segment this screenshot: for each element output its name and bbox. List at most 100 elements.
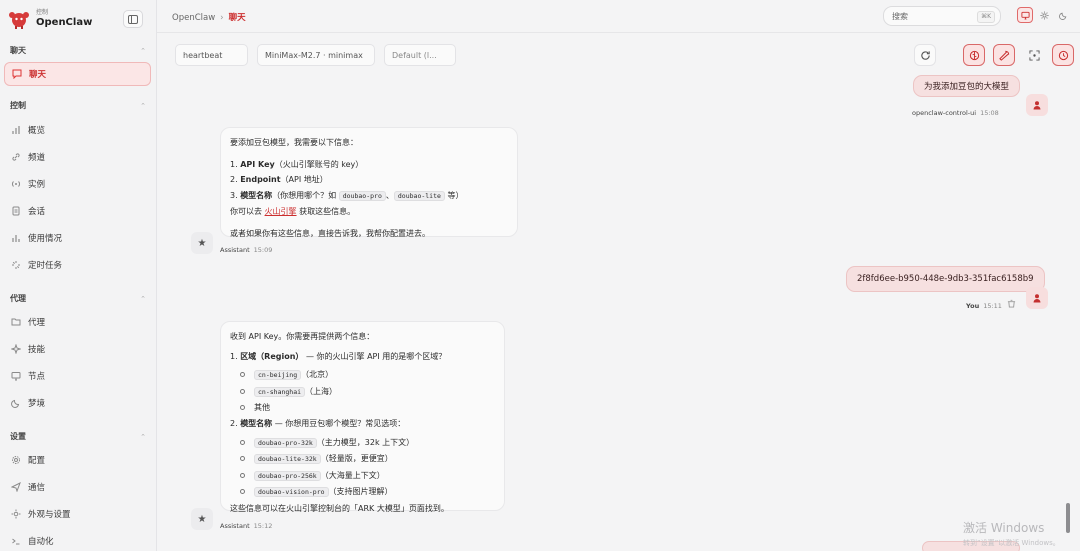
collapse-sidebar-button[interactable] [123, 10, 143, 28]
sidebar-item-config[interactable]: 配置 [4, 448, 151, 472]
text: （支持图片理解） [328, 487, 393, 497]
chevron-right-icon: › [220, 13, 224, 23]
brand-subtitle: 控制 [36, 9, 49, 16]
message-sender: You [966, 302, 980, 310]
list-item-title: 模型名称 [240, 190, 273, 200]
trash-icon [1007, 299, 1016, 308]
message-sender: Assistant [220, 522, 250, 530]
monitor-icon [1020, 11, 1030, 20]
openclaw-logo-icon [9, 12, 29, 29]
brain-button[interactable] [963, 44, 985, 66]
inline-code: doubao-pro-32k [254, 437, 317, 448]
delete-message-button[interactable] [1007, 299, 1016, 311]
monitor-icon [10, 370, 22, 382]
sidebar-item-channels[interactable]: 频道 [4, 145, 151, 169]
bullet-icon [240, 472, 245, 478]
list-item-title: 区域（Region） [240, 351, 304, 361]
message-intro: 收到 API Key。你需要再提供两个信息： [230, 332, 375, 341]
chevron-up-icon: ⌃ [140, 432, 146, 441]
tools-button[interactable] [993, 44, 1015, 66]
volcengine-link[interactable]: 火山引擎 [265, 207, 297, 216]
sidebar-item-overview[interactable]: 概览 [4, 118, 151, 142]
sparkle-icon [10, 343, 22, 355]
list-number: 1. [230, 351, 238, 361]
text: （主力模型，32k 上下文） [316, 437, 415, 447]
theme-system-button[interactable] [1017, 7, 1033, 23]
sidebar-item-label: 自动化 [28, 537, 54, 547]
history-button[interactable] [1052, 44, 1074, 66]
message-time: 15:11 [983, 302, 1002, 310]
sidebar-item-automation[interactable]: 自动化 [4, 529, 151, 551]
radio-signal-icon [10, 178, 22, 190]
theme-light-button[interactable] [1036, 7, 1052, 23]
star-icon: ★ [197, 237, 207, 249]
session-select[interactable]: heartbeat [175, 44, 248, 66]
message-intro: 要添加豆包模型，我需要以下信息： [230, 138, 358, 147]
section-settings-header[interactable]: 设置 ⌃ [10, 431, 146, 442]
link-line: 你可以去 火山引擎 获取这些信息。 [230, 204, 508, 220]
message-meta: Assistant 15:09 [220, 246, 272, 254]
focus-button[interactable] [1023, 44, 1045, 66]
profile-select[interactable]: Default (l... [384, 44, 456, 66]
sidebar-item-communication[interactable]: 通信 [4, 475, 151, 499]
scan-icon [1028, 49, 1040, 61]
sidebar-item-nodes[interactable]: 节点 [4, 364, 151, 388]
message-sender: openclaw-control-ui [912, 109, 977, 117]
sidebar-item-instances[interactable]: 实例 [4, 172, 151, 196]
brand[interactable]: 控制 OpenClaw [8, 8, 92, 30]
message-time: 15:09 [253, 246, 273, 254]
section-control-header[interactable]: 控制 ⌃ [10, 100, 146, 111]
text: （大海量上下文） [320, 470, 385, 480]
inline-code: doubao-pro-256k [254, 470, 321, 481]
sidebar-item-skills[interactable]: 技能 [4, 337, 151, 361]
search-placeholder: 搜索 [892, 11, 908, 21]
inline-code: doubao-lite [393, 190, 445, 201]
message-time: 15:12 [253, 522, 273, 530]
gear-icon [10, 454, 22, 466]
sidebar-item-label: 会话 [28, 207, 46, 217]
refresh-icon [920, 50, 930, 60]
list-item-text: 等） [447, 190, 464, 200]
sidebar-item-chat[interactable]: 聊天 [4, 62, 151, 86]
list-item: 2. Endpoint（API 地址） [230, 172, 508, 188]
refresh-button[interactable] [914, 44, 936, 66]
sub-list-item: 其他 [230, 400, 495, 416]
list-number: 1. [230, 159, 238, 169]
sidebar-item-dreams[interactable]: 梦境 [4, 391, 151, 415]
list-item-title: Endpoint [240, 175, 281, 184]
text: （北京） [301, 370, 334, 380]
user-icon [1033, 294, 1041, 303]
list-item-title: 模型名称 [240, 418, 273, 428]
inline-code: doubao-lite-32k [254, 454, 321, 465]
sidebar-item-sessions[interactable]: 会话 [4, 199, 151, 223]
list-item: 1. 区域（Region） — 你的火山引擎 API 用的是哪个区域？ [230, 349, 495, 365]
breadcrumb-root[interactable]: OpenClaw [172, 13, 215, 23]
sidebar-item-appearance[interactable]: 外观与设置 [4, 502, 151, 526]
user-message-bubble: 2f8fd6ee-b950-448e-9db3-351fac6158b9 [846, 266, 1045, 292]
chevron-up-icon: ⌃ [140, 101, 146, 110]
windows-activation-hint: 转到“设置”以激活 Windows。 [963, 539, 1060, 547]
message-meta: openclaw-control-ui 15:08 [912, 109, 999, 117]
sidebar-item-label: 梦境 [28, 399, 46, 409]
chevron-up-icon: ⌃ [140, 46, 146, 55]
sidebar-item-label: 节点 [28, 372, 46, 382]
sidebar-toggle-icon [128, 14, 138, 24]
search-input[interactable]: 搜索 ⌘K [883, 6, 1001, 26]
assistant-avatar: ★ [191, 508, 213, 530]
list-number: 2. [230, 175, 238, 184]
moon-icon [1058, 12, 1066, 20]
sidebar-item-scheduled-tasks[interactable]: 定时任务 [4, 253, 151, 277]
model-select[interactable]: MiniMax-M2.7 · minimax [257, 44, 375, 66]
text: 获取这些信息。 [299, 207, 356, 216]
scrollbar-thumb[interactable] [1066, 503, 1070, 533]
sun-icon [10, 508, 22, 520]
section-agent-header[interactable]: 代理 ⌃ [10, 293, 146, 304]
list-item-text: （火山引擎账号的 key） [274, 159, 364, 169]
theme-dark-button[interactable] [1055, 7, 1071, 23]
list-item-text: （你想用哪个？如 [272, 190, 337, 200]
inline-code: doubao-vision-pro [254, 487, 329, 498]
section-chat-header[interactable]: 聊天 ⌃ [10, 45, 146, 56]
sidebar-item-usage[interactable]: 使用情况 [4, 226, 151, 250]
bullet-icon [240, 489, 245, 495]
sidebar-item-agents[interactable]: 代理 [4, 310, 151, 334]
